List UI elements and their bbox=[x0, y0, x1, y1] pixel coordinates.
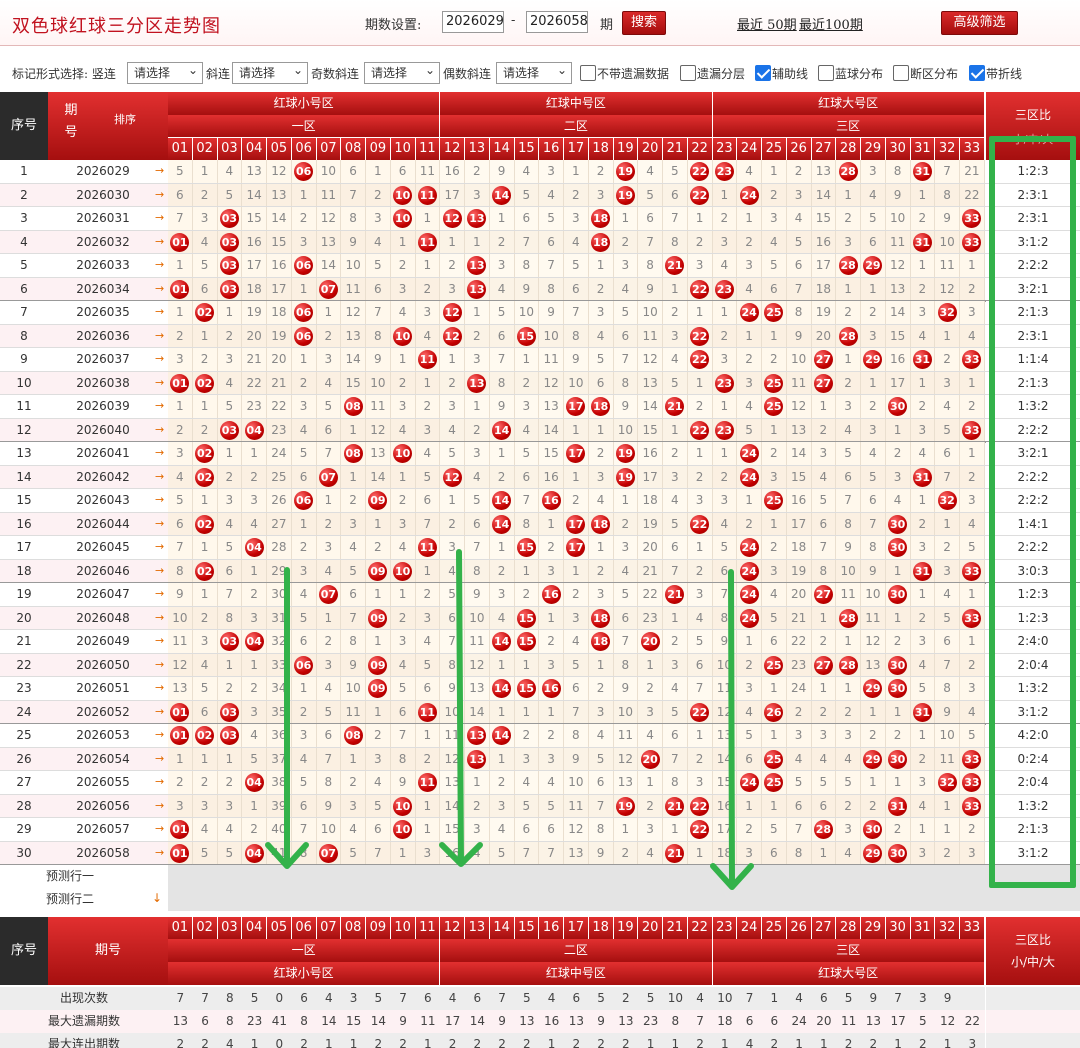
arrow-zone-2 bbox=[439, 549, 483, 867]
arrow-zone-1 bbox=[265, 567, 309, 869]
arrow-zone-3 bbox=[710, 569, 754, 890]
annotation-arrows bbox=[265, 549, 754, 890]
page: 双色球红球三分区走势图 期数设置: 2026029 - 2026058 期 搜索… bbox=[0, 0, 1080, 1048]
